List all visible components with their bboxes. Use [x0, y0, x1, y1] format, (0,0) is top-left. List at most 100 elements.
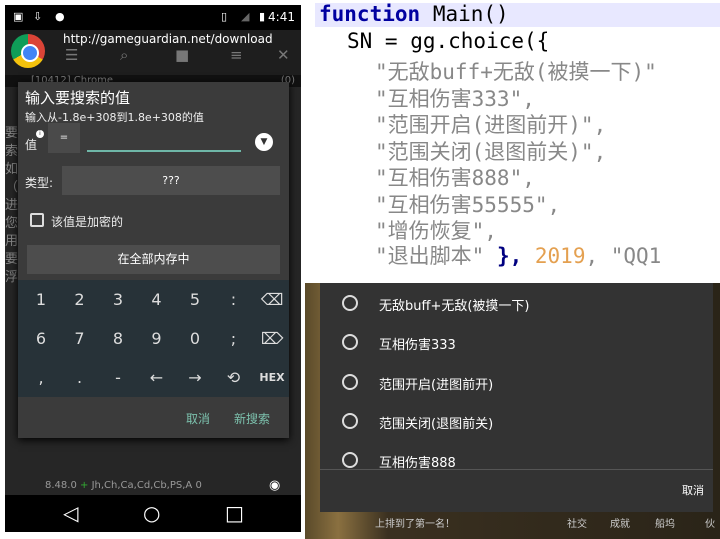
- memory-range-button[interactable]: 在全部内存中: [27, 245, 280, 274]
- key[interactable]: 6: [22, 320, 60, 358]
- type-label: 类型:: [25, 176, 54, 190]
- version: 8.48.0: [45, 480, 77, 491]
- dropdown-icon[interactable]: ▼: [255, 133, 273, 151]
- divider: [320, 469, 713, 470]
- choice-option[interactable]: 无敌buff+无敌(被摸一下): [320, 283, 713, 322]
- key[interactable]: HEX: [253, 359, 291, 397]
- encrypted-label: 该值是加密的: [51, 215, 124, 229]
- game-tab[interactable]: 社交: [567, 515, 587, 530]
- clock: 4:41: [268, 10, 295, 24]
- function-name: Main(): [432, 2, 509, 26]
- code-line: "互相伤害333",: [375, 86, 535, 111]
- operator-button[interactable]: =: [48, 123, 80, 153]
- value-label: 值: [25, 138, 38, 152]
- flags-count: 0: [195, 480, 202, 491]
- backspace-key[interactable]: ⌦: [253, 320, 291, 358]
- list-icon[interactable]: ≡: [230, 46, 243, 64]
- new-search-button[interactable]: 新搜索: [234, 410, 270, 427]
- search-icon[interactable]: ⌕: [120, 46, 128, 64]
- no-signal-icon: ◢: [241, 10, 250, 23]
- key[interactable]: .: [61, 359, 99, 397]
- key[interactable]: 8: [99, 320, 137, 358]
- vibrate-icon: ▯: [221, 10, 228, 23]
- backspace-key[interactable]: ⌫: [253, 281, 291, 319]
- key[interactable]: 7: [61, 320, 99, 358]
- battery-charging-icon: ▮: [259, 10, 266, 23]
- key[interactable]: 3: [99, 281, 137, 319]
- key[interactable]: 0: [176, 320, 214, 358]
- keyword: function: [319, 2, 421, 26]
- code-line: "无敌buff+无敌(被摸一下)": [375, 60, 657, 84]
- keyboard: 1 2 3 4 5: ⌫ 6 7 8 9 0; ⌦,. - ← → ⟲ HEX: [18, 280, 289, 397]
- key[interactable]: 2: [61, 281, 99, 319]
- game-footer: 上排到了第一名！ 社交 成就 船坞 伙: [305, 512, 720, 532]
- code-line: SN = gg.choice({: [347, 29, 550, 53]
- code-line: "范围关闭(退图前关)",: [375, 139, 607, 164]
- status-bar: ▣ ⇩ ● ▯ ◢ ▮ 4:41: [5, 5, 301, 30]
- info-icon[interactable]: i: [36, 130, 44, 138]
- game-tab[interactable]: 成就: [610, 515, 630, 530]
- choice-option[interactable]: 互相伤害333: [320, 322, 713, 361]
- phone-screenshot: ▣ ⇩ ● ▯ ◢ ▮ 4:41 http://gameguardian.net…: [5, 5, 301, 532]
- search-value-dialog: 输入要搜索的值 输入从-1.8e+308到1.8e+308的值 值 i = ▼ …: [18, 82, 289, 438]
- close-icon[interactable]: ✕: [277, 46, 290, 64]
- version-info: 8.48.0 + Jh,Ch,Ca,Cd,Cb,PS,A 0: [45, 480, 202, 491]
- key[interactable]: →: [176, 359, 214, 397]
- dialog-buttons: 取消 新搜索: [18, 397, 289, 438]
- key[interactable]: -: [99, 359, 137, 397]
- code-line: function Main(): [319, 2, 509, 26]
- choice-dialog: 无敌buff+无敌(被摸一下) 互相伤害333 范围开启(进图前开) 范围关闭(退图前…: [320, 283, 713, 512]
- encrypted-checkbox[interactable]: [30, 213, 44, 227]
- back-icon[interactable]: ◁: [63, 501, 78, 525]
- nav-bar: ◁ ○ □: [5, 495, 301, 532]
- download-icon: ⇩: [33, 10, 43, 23]
- choice-option[interactable]: 范围关闭(退图前关): [320, 401, 713, 440]
- option-label: 范围关闭(退图前关): [379, 416, 494, 432]
- game-tab[interactable]: 伙: [705, 515, 715, 530]
- code-editor: function Main() SN = gg.choice({ "无敌buff…: [305, 0, 720, 280]
- code-line: "范围开启(进图前开)",: [375, 113, 607, 137]
- radio-icon[interactable]: [342, 452, 358, 469]
- value-input[interactable]: [87, 130, 241, 152]
- code-line: "退出脚本" }, 2019, "QQ1: [375, 244, 662, 268]
- type-button[interactable]: ???: [62, 166, 280, 195]
- background-text: 要索如（搜进您用要浮: [5, 126, 31, 285]
- sliders-icon[interactable]: ☰: [65, 46, 78, 64]
- game-message: 上排到了第一名！: [375, 519, 455, 530]
- code-line: "互相伤害55555",: [375, 192, 561, 217]
- key[interactable]: 4: [138, 281, 176, 319]
- option-label: 互相伤害333: [379, 338, 456, 354]
- key[interactable]: 1: [22, 281, 60, 319]
- game-tab[interactable]: 船坞: [655, 515, 675, 530]
- key[interactable]: ⟲: [215, 359, 253, 397]
- key[interactable]: ←: [138, 359, 176, 397]
- game-screenshot: 无敌buff+无敌(被摸一下) 互相伤害333 范围开启(进图前开) 范围关闭(退图前…: [305, 283, 720, 539]
- choice-option[interactable]: 互相伤害888: [320, 440, 713, 479]
- image-icon: ▣: [13, 10, 24, 23]
- cancel-button[interactable]: 取消: [682, 482, 704, 498]
- eye-icon[interactable]: ◉: [269, 478, 280, 493]
- code-line: "互相伤害888",: [375, 166, 535, 190]
- browser-bar: http://gameguardian.net/download ☰ ⌕ ■ ≡…: [5, 30, 301, 75]
- radio-icon[interactable]: [342, 295, 358, 311]
- chrome-logo-icon: [11, 34, 45, 68]
- flags: Jh,Ch,Ca,Cd,Cb,PS,A: [91, 480, 193, 491]
- option-label: 范围开启(进图前开): [379, 377, 494, 393]
- key[interactable]: 9: [138, 320, 176, 358]
- key[interactable]: ;: [215, 320, 253, 358]
- recents-icon[interactable]: □: [225, 501, 244, 525]
- radio-icon[interactable]: [342, 412, 358, 429]
- home-icon[interactable]: ○: [143, 501, 160, 525]
- key[interactable]: 5: [176, 281, 214, 319]
- save-icon[interactable]: ■: [175, 46, 189, 64]
- android-icon: ●: [55, 10, 65, 23]
- key[interactable]: ,: [22, 359, 60, 397]
- key[interactable]: :: [215, 281, 253, 319]
- url-text[interactable]: http://gameguardian.net/download: [63, 32, 273, 46]
- option-label: 无敌buff+无敌(被摸一下): [379, 299, 530, 314]
- cancel-button[interactable]: 取消: [186, 410, 210, 427]
- radio-icon[interactable]: [342, 373, 358, 390]
- radio-icon[interactable]: [342, 334, 358, 351]
- dialog-title: 输入要搜索的值: [25, 89, 131, 107]
- choice-option[interactable]: 范围开启(进图前开): [320, 362, 713, 401]
